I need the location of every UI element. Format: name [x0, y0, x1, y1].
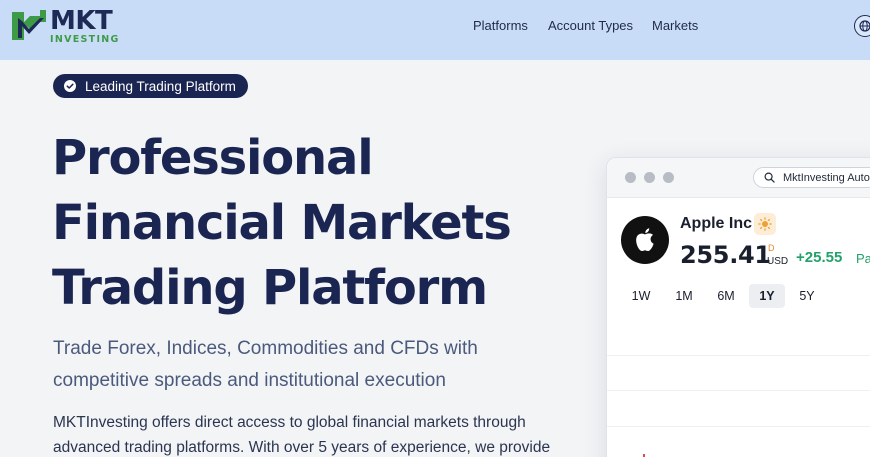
stock-widget-window: MktInvesting Auto Apple Inc 255.41 D USD…	[606, 157, 870, 457]
price-currency: USD	[767, 256, 789, 267]
search-icon	[764, 172, 775, 183]
stock-name: Apple Inc	[680, 215, 753, 232]
price-change-extra: Pa	[856, 251, 870, 266]
hero-title-line: Financial Markets	[52, 195, 512, 251]
search-text: MktInvesting Auto	[783, 171, 870, 184]
paragraph-line: advanced trading platforms. With over 5 …	[53, 439, 551, 456]
range-6m-button[interactable]: 6M	[711, 284, 741, 308]
badge-label: Leading Trading Platform	[85, 78, 236, 94]
hero-title: Professional Financial Markets Trading P…	[52, 126, 572, 321]
window-control-dot[interactable]	[625, 172, 636, 183]
check-icon	[64, 80, 76, 92]
range-5y-button[interactable]: 5Y	[793, 284, 821, 308]
chart-gridline	[607, 355, 870, 356]
range-1m-button[interactable]: 1M	[669, 284, 699, 308]
hero-title-line: Trading Platform	[52, 260, 488, 316]
leading-platform-badge: Leading Trading Platform	[53, 74, 248, 98]
nav-platforms[interactable]: Platforms	[473, 18, 528, 33]
globe-icon[interactable]	[854, 15, 870, 37]
price-flag: D	[768, 243, 775, 253]
logo-title: MKT	[50, 6, 113, 36]
nav-markets[interactable]: Markets	[652, 18, 698, 33]
range-1y-button[interactable]: 1Y	[749, 284, 785, 308]
paragraph-line: MKTInvesting offers direct access to glo…	[53, 414, 526, 431]
chart-gridline	[607, 426, 870, 427]
window-titlebar: MktInvesting Auto	[607, 158, 870, 198]
window-control-dot[interactable]	[663, 172, 674, 183]
logo-subtitle: INVESTING	[50, 34, 120, 45]
hero-paragraph: MKTInvesting offers direct access to glo…	[53, 410, 573, 457]
window-control-dot[interactable]	[644, 172, 655, 183]
site-header: MKT INVESTING Platforms Account Types Ma…	[0, 0, 870, 60]
apple-icon	[621, 216, 669, 264]
subtitle-line: competitive spreads and institutional ex…	[53, 370, 446, 391]
logo-mark-icon	[12, 10, 46, 40]
subtitle-line: Trade Forex, Indices, Commodities and CF…	[53, 338, 478, 359]
nav-account-types[interactable]: Account Types	[548, 18, 633, 33]
stock-price: 255.41	[680, 241, 771, 269]
hero-subtitle: Trade Forex, Indices, Commodities and CF…	[53, 333, 553, 397]
widget-search-input[interactable]: MktInvesting Auto	[753, 167, 870, 188]
sun-icon	[754, 213, 776, 235]
range-1w-button[interactable]: 1W	[627, 284, 655, 308]
brand-logo[interactable]: MKT INVESTING	[10, 8, 120, 44]
chart-gridline	[607, 390, 870, 391]
price-change: +25.55	[796, 249, 843, 266]
hero-title-line: Professional	[52, 130, 374, 186]
